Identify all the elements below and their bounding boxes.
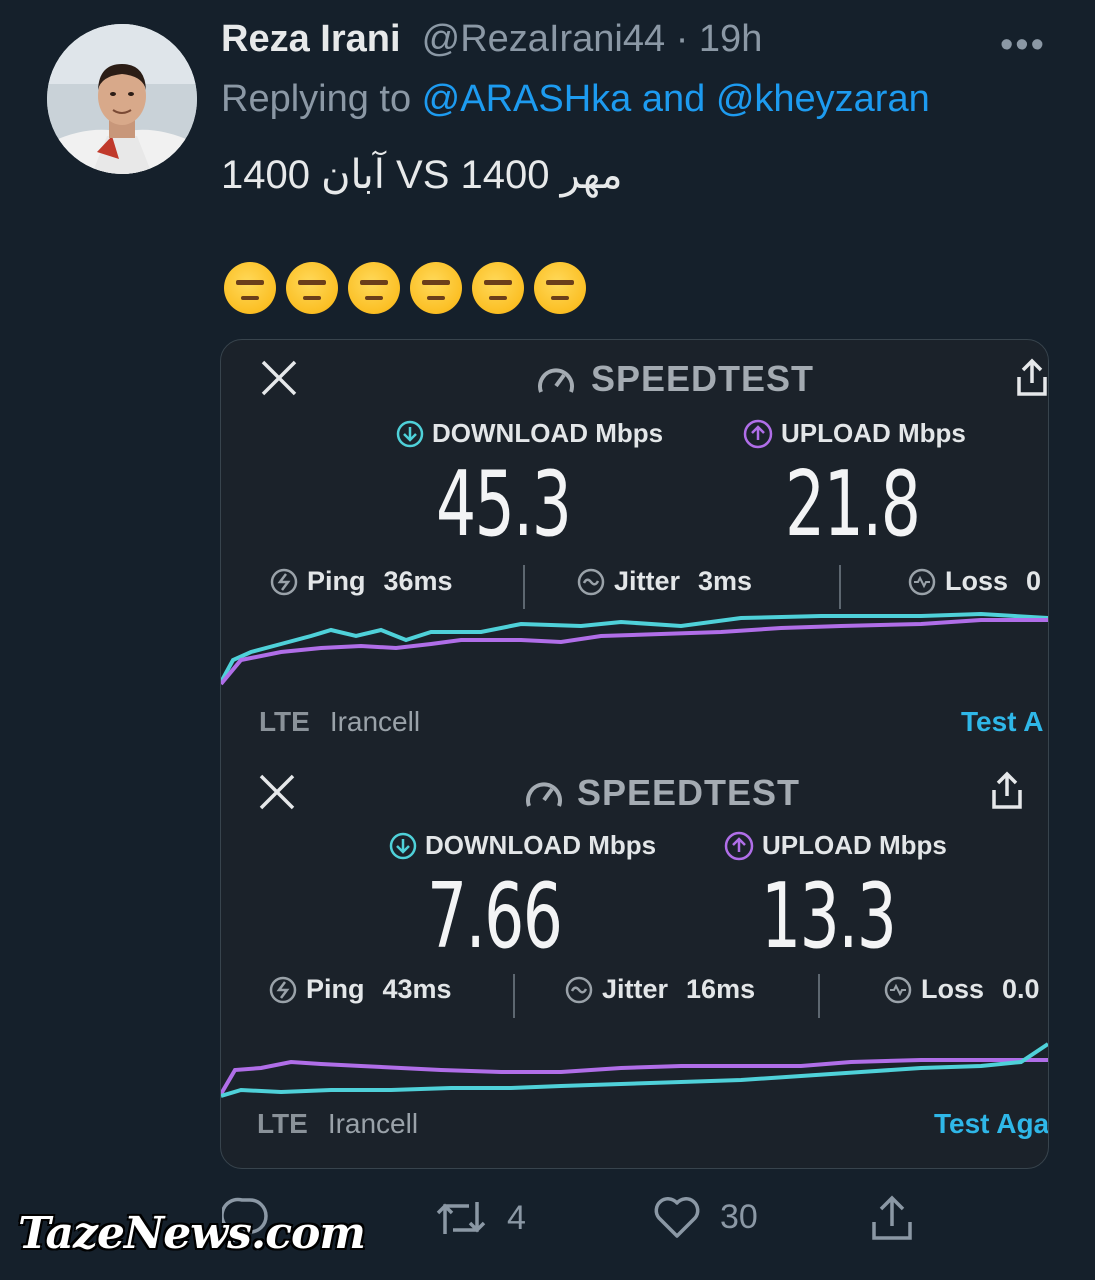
download-value: 45.3 xyxy=(436,452,572,557)
speed-graph-2 xyxy=(221,1042,1048,1098)
share-icon xyxy=(1017,358,1047,396)
upload-value: 13.3 xyxy=(761,864,897,969)
upload-arrow-icon xyxy=(724,831,754,860)
loss-icon xyxy=(908,568,936,595)
ping-icon xyxy=(269,976,297,1003)
network-type: LTE xyxy=(257,1108,308,1139)
replying-prefix: Replying to xyxy=(221,78,422,120)
emoji-row xyxy=(224,262,586,314)
share-icon xyxy=(992,771,1022,809)
author-avatar[interactable] xyxy=(47,24,197,174)
jitter-stat: Jitter 16ms xyxy=(564,974,755,1005)
network-carrier: LTE Irancell xyxy=(257,1108,418,1140)
share-icon xyxy=(872,1195,912,1240)
expressionless-emoji-icon xyxy=(286,262,338,314)
more-options-icon[interactable]: ••• xyxy=(1000,24,1046,67)
upload-label: UPLOAD Mbps xyxy=(743,418,966,449)
download-arrow-icon xyxy=(389,832,417,859)
download-value: 7.66 xyxy=(427,864,563,969)
network-type: LTE xyxy=(259,706,310,737)
expressionless-emoji-icon xyxy=(348,262,400,314)
download-arrow-icon xyxy=(396,420,424,447)
ping-stat: Ping 43ms xyxy=(268,974,452,1005)
author-handle[interactable]: @RezaIrani44 xyxy=(422,18,665,60)
like-count: 30 xyxy=(720,1197,758,1236)
replying-to: Replying to @ARASHka and @kheyzaran xyxy=(221,78,930,121)
site-watermark: TazeNews.com xyxy=(18,1208,366,1259)
close-icon xyxy=(261,360,297,396)
author-name[interactable]: Reza Irani xyxy=(221,18,401,60)
speedtest-panel-1: SPEEDTEST DOWNLOAD Mbps UPLOAD Mbps 45.3… xyxy=(221,340,1048,752)
upload-label: UPLOAD Mbps xyxy=(724,830,947,861)
tweet-header: Reza Irani @RezaIrani44 · 19h xyxy=(221,18,762,61)
expressionless-emoji-icon xyxy=(224,262,276,314)
expressionless-emoji-icon xyxy=(472,262,524,314)
upload-value: 21.8 xyxy=(785,452,921,557)
reply-mentions-link[interactable]: @ARASHka and @kheyzaran xyxy=(422,78,930,120)
retweet-count: 4 xyxy=(507,1198,526,1237)
carrier-name: Irancell xyxy=(329,706,421,737)
download-label: DOWNLOAD Mbps xyxy=(389,830,656,861)
tweet-text: مهر 1400 VS آبان 1400 xyxy=(221,153,623,197)
retweet-button[interactable]: 4 xyxy=(433,1194,526,1242)
download-label: DOWNLOAD Mbps xyxy=(396,418,663,449)
heart-icon xyxy=(654,1197,700,1238)
expressionless-emoji-icon xyxy=(534,262,586,314)
speed-graph-1 xyxy=(221,611,1048,686)
jitter-icon xyxy=(577,568,605,595)
network-carrier: LTE Irancell xyxy=(259,706,420,738)
expressionless-emoji-icon xyxy=(410,262,462,314)
speedtest-title: SPEEDTEST xyxy=(591,358,815,399)
retweet-icon xyxy=(436,1202,486,1234)
speedtest-panel-2: SPEEDTEST DOWNLOAD Mbps UPLOAD Mbps 7.66… xyxy=(221,752,1048,1168)
like-button[interactable]: 30 xyxy=(652,1194,758,1240)
carrier-name: Irancell xyxy=(327,1108,419,1139)
close-icon xyxy=(259,774,295,810)
ping-stat: Ping 36ms xyxy=(269,566,453,597)
tweet-media-image[interactable]: SPEEDTEST DOWNLOAD Mbps UPLOAD Mbps 45.3… xyxy=(220,339,1049,1169)
test-again-button[interactable]: Test Aga xyxy=(934,1108,1048,1140)
separator-dot: · xyxy=(665,18,699,60)
ping-icon xyxy=(270,568,298,595)
speedtest-title: SPEEDTEST xyxy=(577,772,801,813)
divider xyxy=(513,974,515,1018)
loss-stat: Loss 0.0 xyxy=(883,974,1040,1005)
test-again-button[interactable]: Test A xyxy=(961,706,1043,738)
divider xyxy=(818,974,820,1018)
jitter-stat: Jitter 3ms xyxy=(576,566,752,597)
loss-icon xyxy=(884,976,912,1003)
share-tweet-button[interactable] xyxy=(868,1194,916,1242)
speedometer-icon xyxy=(526,782,562,807)
tweet-time[interactable]: 19h xyxy=(699,18,762,60)
upload-arrow-icon xyxy=(743,419,773,448)
loss-stat: Loss 0 xyxy=(907,566,1041,597)
jitter-icon xyxy=(565,976,593,1003)
speedometer-icon xyxy=(538,368,574,393)
